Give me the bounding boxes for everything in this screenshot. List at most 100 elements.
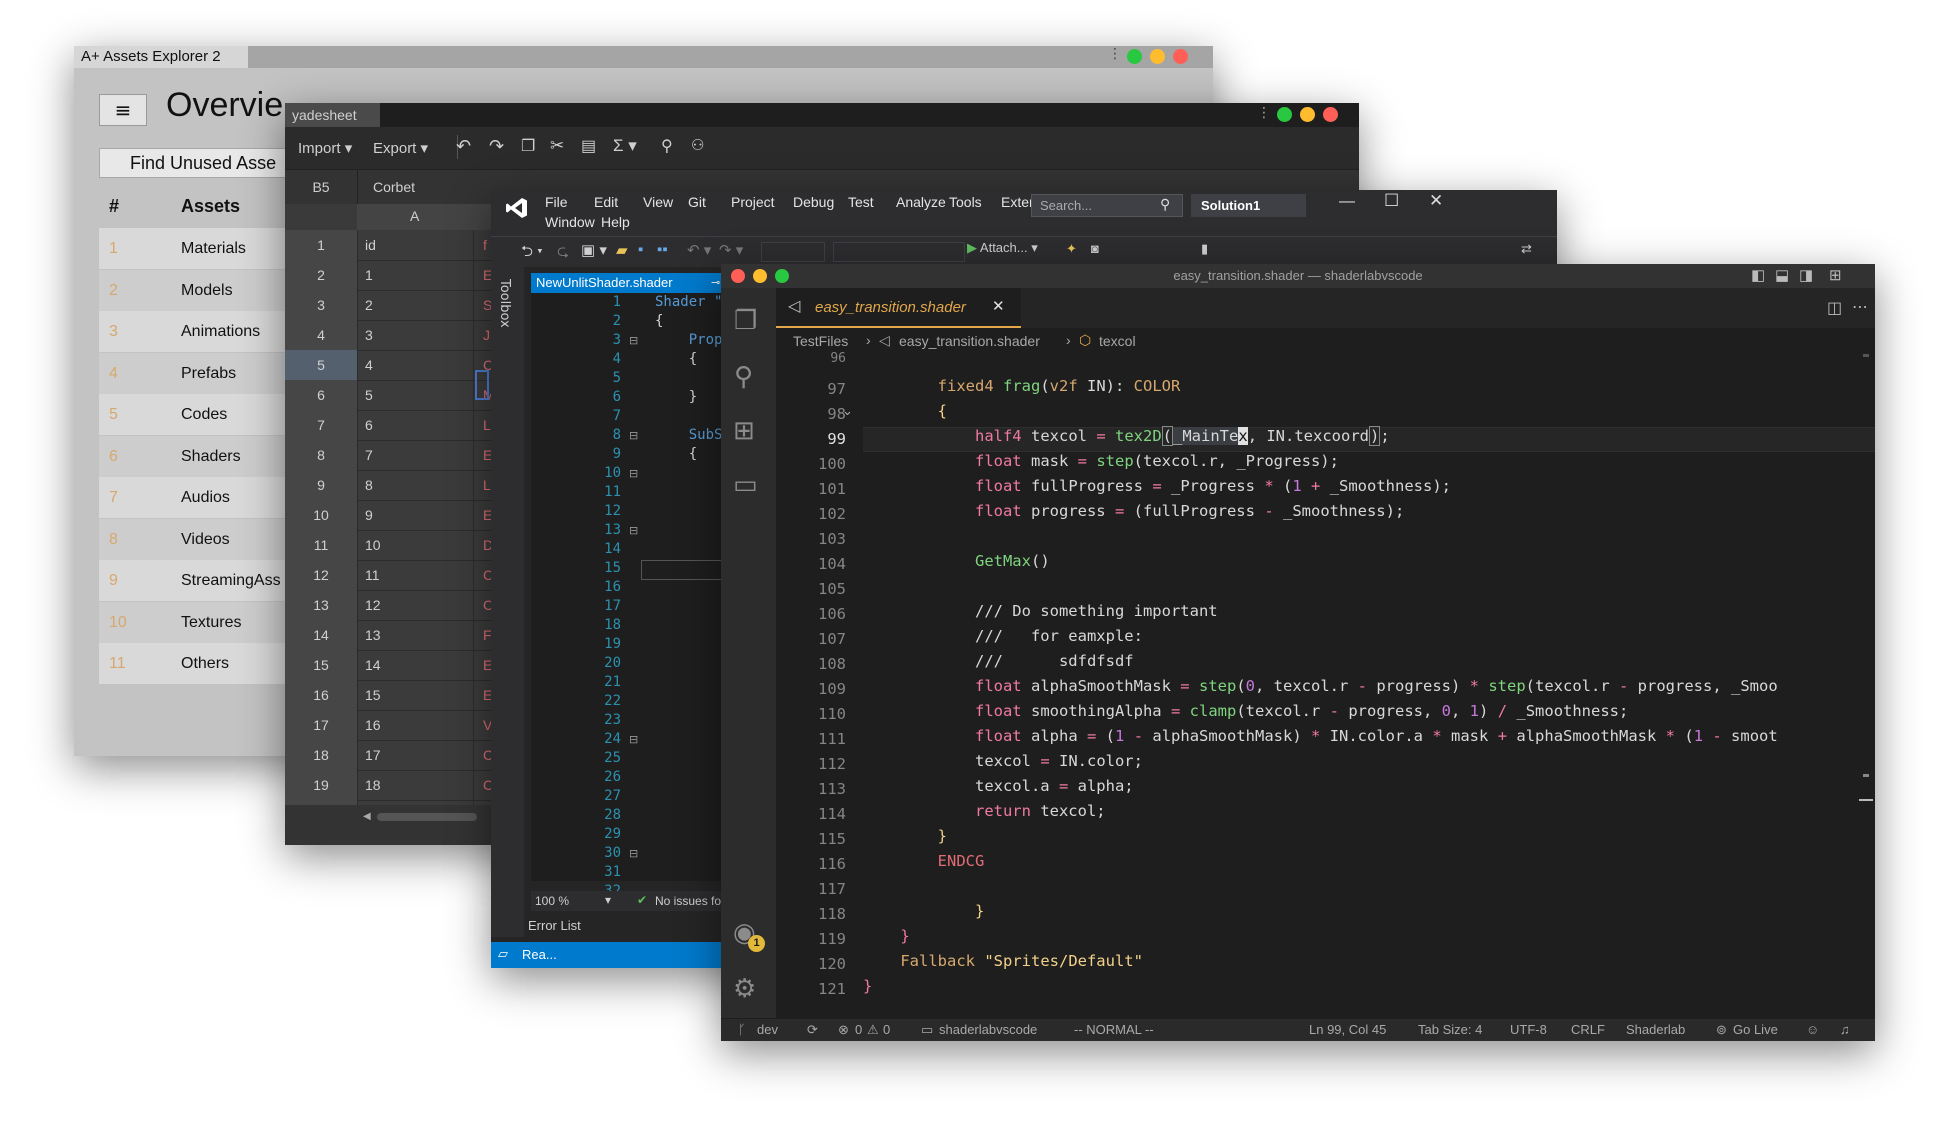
cell-reference[interactable]: B5 xyxy=(285,170,358,204)
paste-icon[interactable]: ▤ xyxy=(581,136,596,156)
cell-value-input[interactable]: Corbet xyxy=(373,170,415,204)
row-header[interactable]: 5 xyxy=(285,350,358,380)
minimize-button[interactable]: — xyxy=(1339,193,1355,211)
row-header[interactable]: 13 xyxy=(285,590,358,620)
import-menu[interactable]: Import ▾ xyxy=(298,139,352,157)
cell-a[interactable]: 9 xyxy=(365,500,373,530)
row-header[interactable]: 16 xyxy=(285,680,358,710)
menu-item-test[interactable]: Test xyxy=(848,194,874,210)
export-menu[interactable]: Export ▾ xyxy=(373,139,428,157)
row-header[interactable]: 7 xyxy=(285,410,358,440)
row-header[interactable]: 6 xyxy=(285,380,358,410)
document-tab[interactable]: NewUnlitShader.shader ⊸ xyxy=(531,273,727,293)
code-line[interactable]: float alpha = (1 - alphaSmoothMask) * IN… xyxy=(863,727,1778,752)
cursor-position[interactable]: Ln 99, Col 45 xyxy=(1309,1022,1386,1037)
open-folder-icon[interactable]: ▰ xyxy=(616,241,628,259)
folder-icon[interactable]: ▭ xyxy=(733,470,758,500)
no-issues-label[interactable]: No issues fo xyxy=(655,894,721,908)
close-button[interactable] xyxy=(1173,49,1188,64)
line-ending[interactable]: CRLF xyxy=(1571,1022,1605,1037)
cell-a[interactable]: 5 xyxy=(365,380,373,410)
close-button[interactable]: ✕ xyxy=(1429,191,1443,211)
extensions-icon[interactable]: ⊞ xyxy=(733,416,755,446)
code-line[interactable]: float fullProgress = _Progress * (1 + _S… xyxy=(863,477,1451,502)
row-header[interactable]: 18 xyxy=(285,740,358,770)
breadcrumb-symbol[interactable]: texcol xyxy=(1099,333,1136,349)
code-line[interactable]: } xyxy=(863,977,872,1002)
code-line[interactable]: } xyxy=(863,927,909,952)
row-header[interactable]: 1 xyxy=(285,230,358,260)
fold-toggle-icon[interactable]: ⊟ xyxy=(629,429,638,442)
language-mode[interactable]: Shaderlab xyxy=(1626,1022,1685,1037)
code-line[interactable]: Fallback "Sprites/Default" xyxy=(863,952,1143,977)
go-live-button[interactable]: Go Live xyxy=(1733,1022,1778,1037)
platform-dropdown[interactable] xyxy=(833,242,965,262)
cell-a[interactable]: 17 xyxy=(365,740,381,770)
explorer-icon[interactable]: ❐ xyxy=(734,306,757,336)
maximize-button[interactable] xyxy=(1127,49,1142,64)
cell-a[interactable]: 10 xyxy=(365,530,381,560)
save-icon[interactable]: ▪ xyxy=(638,241,643,258)
minimize-button[interactable] xyxy=(1150,49,1165,64)
back-icon[interactable]: ⮌ ▾ xyxy=(521,241,543,266)
fold-toggle-icon[interactable]: ⊟ xyxy=(629,733,638,746)
warning-count[interactable]: 0 xyxy=(883,1022,890,1037)
location-pin-icon[interactable]: ⚲ xyxy=(661,136,673,156)
breadcrumb-folder[interactable]: TestFiles xyxy=(793,333,848,349)
row-header[interactable]: 15 xyxy=(285,650,358,680)
kebab-menu-icon[interactable]: ⋮ xyxy=(1108,46,1122,62)
row-header[interactable]: 12 xyxy=(285,560,358,590)
scroll-left-icon[interactable]: ◀ xyxy=(363,811,371,822)
cell-a[interactable]: 12 xyxy=(365,590,381,620)
close-button[interactable] xyxy=(1323,107,1338,122)
attach-button[interactable]: ▶ Attach... ▾ xyxy=(967,240,1038,256)
maximize-button[interactable]: ☐ xyxy=(1384,191,1399,211)
row-header[interactable]: 8 xyxy=(285,440,358,470)
cut-icon[interactable]: ✂ xyxy=(550,136,564,156)
cell-a[interactable]: 7 xyxy=(365,440,373,470)
config-dropdown[interactable] xyxy=(761,242,825,262)
toggle-sidebar-icon[interactable]: ◧ xyxy=(1751,266,1765,284)
row-header[interactable]: 14 xyxy=(285,620,358,650)
undo-icon[interactable]: ↶ ▾ xyxy=(687,241,711,259)
save-all-icon[interactable]: ▪▪ xyxy=(657,241,668,258)
menu-item-debug[interactable]: Debug xyxy=(793,194,834,210)
toggle-secondary-sidebar-icon[interactable]: ◨ xyxy=(1799,266,1813,284)
code-line[interactable]: { xyxy=(655,350,697,369)
camera-icon[interactable]: ◙ xyxy=(1091,241,1099,256)
cell-a[interactable]: 18 xyxy=(365,770,381,800)
menu-item-view[interactable]: View xyxy=(643,194,673,210)
code-line[interactable]: float alphaSmoothMask = step(0, texcol.r… xyxy=(863,677,1778,702)
selected-cell-highlight[interactable] xyxy=(475,370,489,400)
fold-chevron-icon[interactable]: ⌄ xyxy=(842,404,853,419)
menu-item-file[interactable]: File xyxy=(545,194,568,210)
row-header[interactable]: 11 xyxy=(285,530,358,560)
error-count[interactable]: 0 xyxy=(855,1022,862,1037)
redo-icon[interactable]: ↷ ▾ xyxy=(719,241,743,259)
more-actions-icon[interactable]: ⋯ xyxy=(1852,297,1868,316)
cell-a[interactable]: 15 xyxy=(365,680,381,710)
assets-explorer-tab[interactable]: A+ Assets Explorer 2 xyxy=(74,46,248,68)
users-icon[interactable]: ⚇ xyxy=(691,136,704,154)
horizontal-scrollbar[interactable] xyxy=(377,813,477,821)
sum-icon[interactable]: Σ ▾ xyxy=(613,136,637,156)
cell-b[interactable]: J xyxy=(483,320,490,350)
menu-item-project[interactable]: Project xyxy=(731,194,775,210)
menu-item-git[interactable]: Git xyxy=(688,194,706,210)
copy-icon[interactable]: ❐ xyxy=(521,136,535,156)
menu-item-analyze[interactable]: Analyze xyxy=(896,194,946,210)
row-header[interactable]: 3 xyxy=(285,290,358,320)
cell-a[interactable]: 16 xyxy=(365,710,381,740)
code-line[interactable]: ENDCG xyxy=(863,852,985,877)
live-share-icon[interactable]: ⇄ xyxy=(1521,241,1532,257)
notifications-bell-icon[interactable]: ♫ xyxy=(1840,1022,1850,1037)
fold-toggle-icon[interactable]: ⊟ xyxy=(629,847,638,860)
code-line[interactable]: half4 texcol = tex2D(_MainTex, IN.texcoo… xyxy=(863,426,1390,452)
row-header[interactable]: 2 xyxy=(285,260,358,290)
tab-size[interactable]: Tab Size: 4 xyxy=(1418,1022,1482,1037)
menu-item-window[interactable]: Window xyxy=(545,214,595,230)
bookmark-icon[interactable]: ▮ xyxy=(1201,241,1208,257)
redo-icon[interactable]: ↷ xyxy=(489,136,504,157)
code-line[interactable]: float mask = step(texcol.r, _Progress); xyxy=(863,452,1339,477)
row-header[interactable]: 4 xyxy=(285,320,358,350)
